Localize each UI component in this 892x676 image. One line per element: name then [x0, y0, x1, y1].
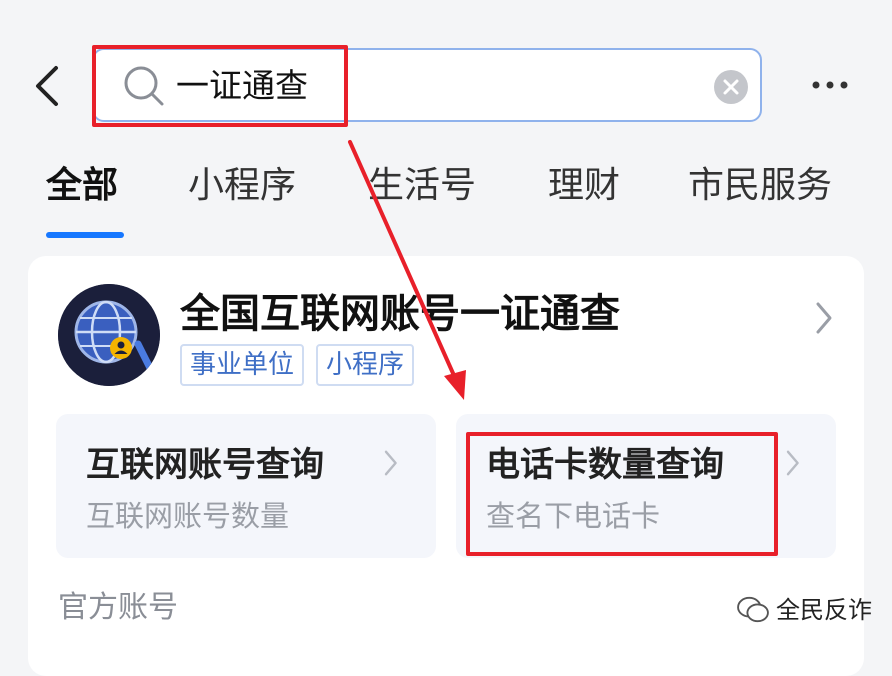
annotation-arrow — [348, 140, 466, 400]
wechat-icon — [737, 596, 769, 623]
section-official-accounts: 官方账号 — [58, 590, 178, 625]
watermark-text: 全民反诈 — [776, 596, 872, 624]
